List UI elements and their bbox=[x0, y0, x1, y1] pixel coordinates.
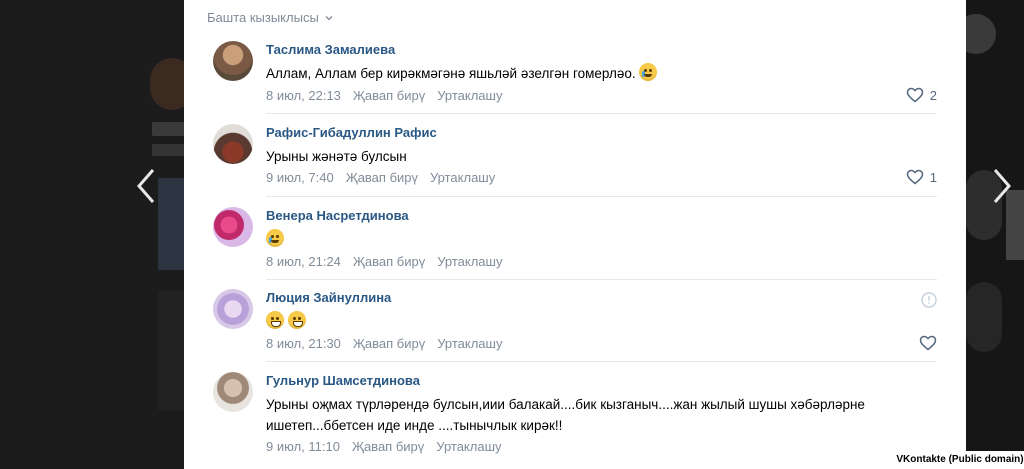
comment: Венера Насретдинова 8 июл, 21:24 Җавап б… bbox=[213, 207, 937, 283]
comment-text bbox=[266, 311, 906, 332]
share-link[interactable]: Уртаклашу bbox=[436, 439, 501, 454]
divider bbox=[266, 361, 937, 362]
comment: Люция Зайнуллина 8 июл, 21:30 Җавап бирү… bbox=[213, 289, 937, 365]
avatar[interactable] bbox=[213, 41, 253, 81]
image-credit: VKontakte (Public domain) bbox=[896, 451, 1024, 469]
comment-text: Урыны жәнәтә булсын bbox=[266, 149, 407, 164]
comment-text: Урыны оҗмах түрләрендә булсын,иии балака… bbox=[266, 397, 865, 433]
comment-time[interactable]: 9 июл, 11:10 bbox=[266, 439, 340, 454]
comment-text bbox=[266, 229, 906, 250]
background-image bbox=[158, 178, 184, 270]
background-avatar bbox=[966, 14, 996, 54]
comment-author[interactable]: Венера Насретдинова bbox=[266, 208, 409, 223]
grimacing-face-icon bbox=[287, 311, 306, 329]
reply-link[interactable]: Җавап бирү bbox=[353, 88, 425, 103]
background-avatar bbox=[150, 58, 184, 110]
chevron-down-icon bbox=[325, 15, 333, 20]
share-link[interactable]: Уртаклашу bbox=[430, 170, 495, 185]
avatar[interactable] bbox=[213, 207, 253, 247]
comment-time[interactable]: 8 июл, 22:13 bbox=[266, 88, 341, 103]
heart-icon bbox=[906, 87, 924, 103]
comment-meta: 8 июл, 21:24 Җавап бирү Уртаклашу bbox=[266, 254, 502, 269]
reply-link[interactable]: Җавап бирү bbox=[346, 170, 418, 185]
share-link[interactable]: Уртаклашу bbox=[437, 254, 502, 269]
background-page-left bbox=[0, 0, 184, 469]
background-image bbox=[158, 290, 184, 410]
like-button[interactable]: 2 bbox=[906, 87, 937, 103]
reply-link[interactable]: Җавап бирү bbox=[352, 439, 424, 454]
comment-time[interactable]: 8 июл, 21:24 bbox=[266, 254, 341, 269]
like-button[interactable]: 1 bbox=[906, 169, 937, 185]
share-link[interactable]: Уртаклашу bbox=[437, 88, 502, 103]
comment: Рафис-Гибадуллин Рафис Урыны жәнәтә булс… bbox=[213, 124, 937, 200]
avatar[interactable] bbox=[213, 289, 253, 329]
background-page-right bbox=[966, 0, 1024, 469]
sort-dropdown[interactable]: Башта кызыклысы bbox=[207, 10, 334, 25]
comment: Гульнур Шамсетдинова Урыны оҗмах түрләре… bbox=[213, 372, 937, 469]
comment-author[interactable]: Таслима Замалиева bbox=[266, 42, 395, 57]
comments-panel: Башта кызыклысы Таслима Замалиева Аллам,… bbox=[184, 0, 966, 469]
reply-link[interactable]: Җавап бирү bbox=[353, 254, 425, 269]
comment-time[interactable]: 8 июл, 21:30 bbox=[266, 336, 341, 351]
heart-icon bbox=[906, 169, 924, 185]
divider bbox=[266, 196, 937, 197]
divider bbox=[266, 113, 937, 114]
share-link[interactable]: Уртаклашу bbox=[437, 336, 502, 351]
comment-meta: 8 июл, 21:30 Җавап бирү Уртаклашу bbox=[266, 336, 502, 351]
comment-author[interactable]: Гульнур Шамсетдинова bbox=[266, 373, 420, 388]
comment-time[interactable]: 9 июл, 7:40 bbox=[266, 170, 334, 185]
divider bbox=[266, 279, 937, 280]
comment-meta: 8 июл, 22:13 Җавап бирү Уртаклашу bbox=[266, 88, 502, 103]
grimacing-face-icon bbox=[266, 311, 284, 329]
comment-author[interactable]: Рафис-Гибадуллин Рафис bbox=[266, 125, 437, 140]
like-count: 1 bbox=[929, 169, 937, 185]
info-icon[interactable] bbox=[921, 292, 937, 308]
sort-label: Башта кызыклысы bbox=[207, 10, 319, 25]
comment-meta: 9 июл, 11:10 Җавап бирү Уртаклашу bbox=[266, 439, 502, 454]
avatar[interactable] bbox=[213, 372, 253, 412]
background-image bbox=[966, 282, 1002, 352]
background-text bbox=[152, 144, 184, 156]
crying-face-icon bbox=[266, 229, 284, 247]
reply-link[interactable]: Җавап бирү bbox=[353, 336, 425, 351]
crying-face-icon bbox=[639, 63, 658, 81]
heart-icon bbox=[919, 335, 937, 351]
comment-text: Аллам, Аллам бер кирәкмәгәнә яшьләй әзел… bbox=[266, 63, 906, 84]
like-count: 2 bbox=[929, 87, 937, 103]
next-arrow-icon[interactable] bbox=[990, 166, 1014, 206]
comment-author[interactable]: Люция Зайнуллина bbox=[266, 290, 391, 305]
like-button[interactable] bbox=[919, 335, 937, 351]
comment-meta: 9 июл, 7:40 Җавап бирү Уртаклашу bbox=[266, 170, 495, 185]
previous-arrow-icon[interactable] bbox=[134, 166, 158, 206]
comment: Таслима Замалиева Аллам, Аллам бер кирәк… bbox=[213, 41, 937, 117]
avatar[interactable] bbox=[213, 124, 253, 164]
background-text bbox=[152, 122, 184, 136]
